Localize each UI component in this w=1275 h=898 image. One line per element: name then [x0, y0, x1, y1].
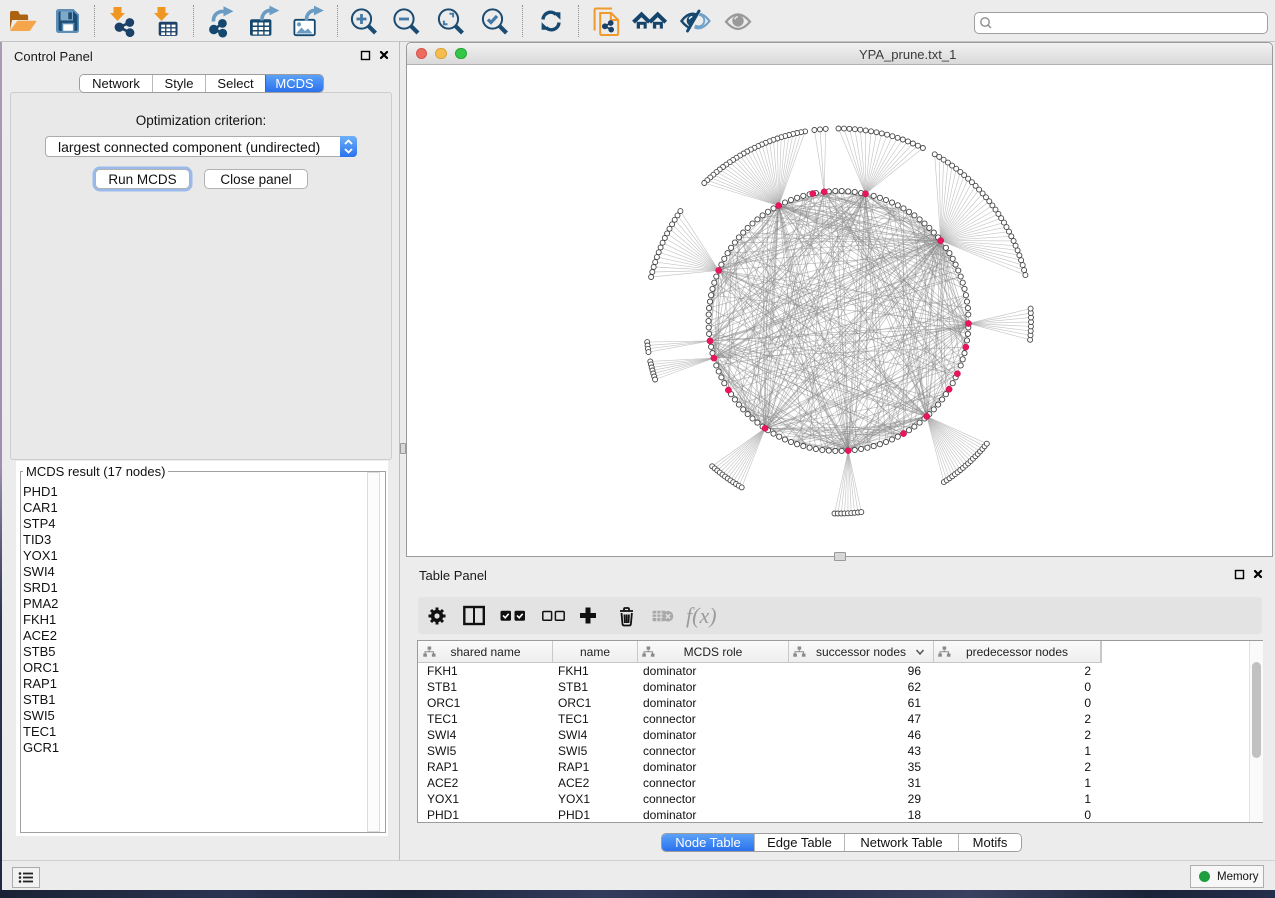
- svg-text:f(x): f(x): [686, 603, 717, 628]
